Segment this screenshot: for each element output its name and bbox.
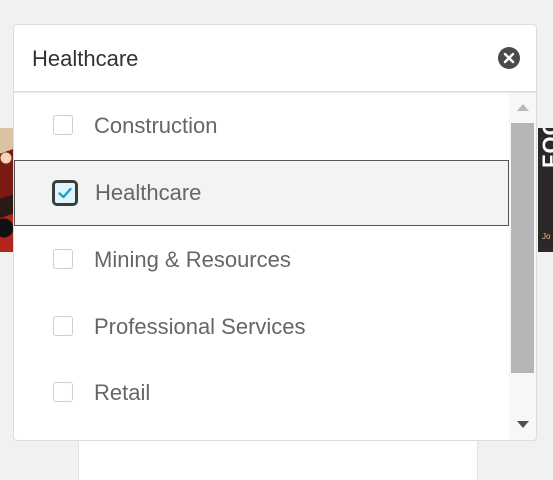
- background-banner: FOOD Jo: [538, 128, 553, 252]
- checkmark-icon: [58, 187, 72, 199]
- background-artwork: [0, 128, 14, 252]
- checkbox-checked[interactable]: [52, 180, 78, 206]
- clear-icon[interactable]: [498, 47, 520, 69]
- checkbox[interactable]: [53, 249, 73, 269]
- option-professional-services[interactable]: Professional Services: [14, 294, 509, 360]
- background-banner-text: FOOD: [538, 128, 553, 168]
- option-label: Professional Services: [94, 314, 306, 339]
- option-retail[interactable]: Retail: [14, 360, 509, 426]
- industry-select[interactable]: Healthcare: [13, 24, 537, 92]
- option-healthcare[interactable]: Healthcare: [14, 160, 509, 226]
- option-label: Mining & Resources: [94, 247, 291, 272]
- option-construction[interactable]: Construction: [14, 93, 509, 159]
- selected-value: Healthcare: [32, 46, 139, 71]
- scroll-down-icon[interactable]: [517, 421, 529, 428]
- checkbox[interactable]: [53, 382, 73, 402]
- option-label: Retail: [94, 380, 151, 405]
- option-mining-resources[interactable]: Mining & Resources: [14, 227, 509, 293]
- scroll-up-icon[interactable]: [517, 104, 529, 111]
- option-label: Construction: [94, 113, 218, 138]
- background-banner-subtext: Jo: [542, 232, 551, 241]
- dropdown-menu: Construction Healthcare Mining & Resourc…: [13, 92, 537, 441]
- scrollbar-thumb[interactable]: [511, 123, 534, 373]
- option-label: Healthcare: [95, 180, 202, 205]
- checkbox[interactable]: [53, 115, 73, 135]
- checkbox[interactable]: [53, 316, 73, 336]
- scrollbar[interactable]: [509, 93, 536, 440]
